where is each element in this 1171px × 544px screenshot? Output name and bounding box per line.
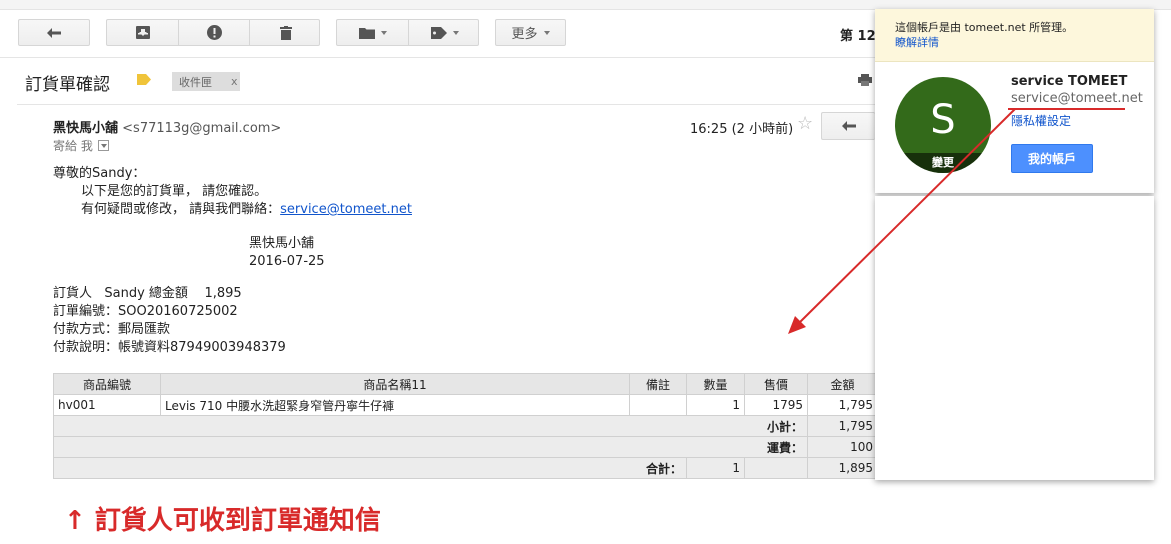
annotation-arrow [788, 108, 1125, 334]
